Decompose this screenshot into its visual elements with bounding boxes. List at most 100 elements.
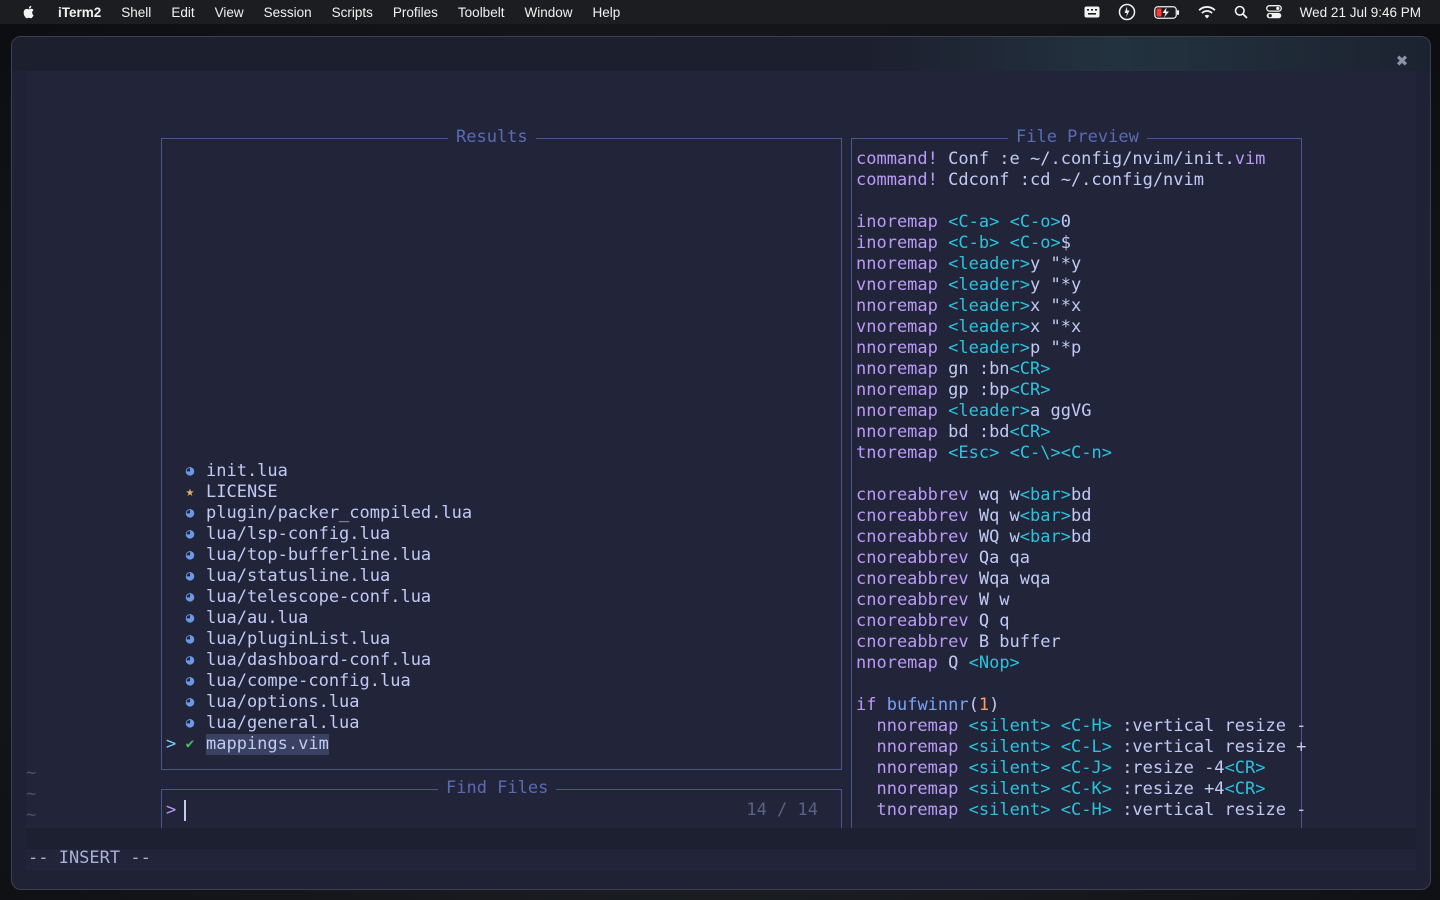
prompt-title: Find Files: [438, 778, 557, 799]
results-pane: Results ◕ init.lua ★ LICENSE ◕ plugin/packer_…: [161, 127, 842, 770]
empty-line-markers: ~ ~ ~: [26, 763, 36, 826]
result-row[interactable]: ★ LICENSE: [162, 482, 841, 503]
code-token: <C-o>: [1009, 233, 1061, 253]
code-token: vnoremap: [856, 317, 938, 337]
code-token: nnoremap: [856, 296, 938, 316]
result-filename: plugin/packer_compiled.lua: [206, 503, 473, 523]
menu-scripts[interactable]: Scripts: [332, 5, 373, 20]
menu-view[interactable]: View: [215, 5, 244, 20]
code-token: x "*x: [1030, 317, 1082, 337]
menu-window[interactable]: Window: [524, 5, 572, 20]
preview-line: [856, 674, 1306, 695]
result-row[interactable]: ◕ lua/au.lua: [162, 608, 841, 629]
result-row[interactable]: ◕ lua/general.lua: [162, 713, 841, 734]
wifi-icon[interactable]: [1198, 5, 1216, 19]
menubar-clock[interactable]: Wed 21 Jul 9:46 PM: [1300, 5, 1421, 20]
preview-line: command! Cdconf :cd ~/.config/nvim: [856, 170, 1306, 191]
preview-line: inoremap <C-a> <C-o>0: [856, 212, 1306, 233]
menu-app-name[interactable]: iTerm2: [58, 5, 101, 20]
result-row[interactable]: ◕ lua/statusline.lua: [162, 566, 841, 587]
code-token: y "*y: [1030, 275, 1082, 295]
result-row[interactable]: ◕ lua/options.lua: [162, 692, 841, 713]
result-row-selected[interactable]: > ✔ mappings.vim: [162, 734, 841, 755]
menu-toolbelt[interactable]: Toolbelt: [458, 5, 505, 20]
control-center-icon[interactable]: [1265, 5, 1282, 19]
result-filename: init.lua: [206, 461, 288, 481]
result-filename: lua/dashboard-conf.lua: [206, 650, 432, 670]
code-token: <silent>: [968, 800, 1051, 820]
preview-line: tnoremap <silent> <C-H> :vertical resize…: [856, 800, 1306, 821]
lua-icon: ◕: [185, 610, 195, 626]
preview-line: inoremap <C-b> <C-o>$: [856, 233, 1306, 254]
result-row[interactable]: ◕ lua/dashboard-conf.lua: [162, 650, 841, 671]
close-icon[interactable]: ✖: [1394, 53, 1410, 69]
lua-icon: ◕: [185, 568, 195, 584]
vpn-icon[interactable]: [1118, 3, 1136, 21]
lua-icon: ◕: [185, 715, 195, 731]
result-filename: lua/options.lua: [206, 692, 360, 712]
code-token: bufwinnr: [886, 695, 969, 715]
preview-line: cnoreabbrev B buffer: [856, 632, 1306, 653]
code-token: a ggVG: [1030, 401, 1092, 421]
preview-line: nnoremap gn :bn<CR>: [856, 359, 1306, 380]
result-row[interactable]: ◕ init.lua: [162, 461, 841, 482]
keyboard-icon[interactable]: [1084, 6, 1100, 18]
code-token: Q: [937, 653, 969, 673]
code-token: :resize -4: [1111, 758, 1225, 778]
code-token: cnoreabbrev: [856, 632, 969, 652]
preview-line: if bufwinnr(1): [856, 695, 1306, 716]
code-token: vnoremap: [856, 275, 938, 295]
lua-icon: ◕: [185, 589, 195, 605]
result-row[interactable]: ◕ lua/top-bufferline.lua: [162, 545, 841, 566]
result-row[interactable]: ◕ lua/telescope-conf.lua: [162, 587, 841, 608]
code-token: <CR>: [1009, 422, 1051, 442]
tilde-marker: ~: [26, 763, 37, 783]
terminal-area[interactable]: Results ◕ init.lua ★ LICENSE ◕ plugin/packer_…: [26, 71, 1416, 871]
battery-charging-icon[interactable]: [1153, 5, 1180, 19]
preview-line: cnoreabbrev Wqa wqa: [856, 569, 1306, 590]
preview-line: nnoremap <silent> <C-H> :vertical resize…: [856, 716, 1306, 737]
code-token: :vertical resize +: [1111, 737, 1307, 757]
result-filename: lua/top-bufferline.lua: [206, 545, 432, 565]
preview-line: vnoremap <leader>x "*x: [856, 317, 1306, 338]
spotlight-search-icon[interactable]: [1234, 5, 1248, 19]
code-token: (: [968, 695, 979, 715]
result-row[interactable]: ◕ lua/lsp-config.lua: [162, 524, 841, 545]
result-row[interactable]: ◕ plugin/packer_compiled.lua: [162, 503, 841, 524]
menu-help[interactable]: Help: [592, 5, 620, 20]
lua-icon: ◕: [185, 631, 195, 647]
preview-line: [856, 464, 1306, 485]
menu-profiles[interactable]: Profiles: [393, 5, 438, 20]
preview-line: cnoreabbrev wq w<bar>bd: [856, 485, 1306, 506]
license-icon: ★: [185, 484, 195, 500]
result-filename: lua/pluginList.lua: [206, 629, 391, 649]
preview-line: nnoremap <leader>a ggVG: [856, 401, 1306, 422]
code-token: <leader>: [948, 254, 1031, 274]
apple-icon[interactable]: [21, 4, 37, 20]
code-token: 1: [978, 695, 990, 715]
text-cursor: [184, 800, 186, 821]
find-files-prompt[interactable]: Find Files > 14 / 14: [161, 778, 842, 833]
window-titlebar[interactable]: ✖: [12, 37, 1430, 71]
result-row[interactable]: ◕ lua/compe-config.lua: [162, 671, 841, 692]
menu-shell[interactable]: Shell: [121, 5, 151, 20]
code-token: <silent>: [968, 758, 1051, 778]
code-token: <C-K>: [1060, 779, 1112, 799]
tilde-marker: ~: [26, 784, 37, 804]
result-row[interactable]: ◕ lua/pluginList.lua: [162, 629, 841, 650]
code-token: nnoremap: [856, 380, 938, 400]
preview-line: command! Conf :e ~/.config/nvim/init.vim: [856, 149, 1306, 170]
code-token: nnoremap: [856, 338, 938, 358]
menu-edit[interactable]: Edit: [171, 5, 194, 20]
menu-session[interactable]: Session: [264, 5, 312, 20]
prompt-symbol: >: [166, 800, 177, 820]
